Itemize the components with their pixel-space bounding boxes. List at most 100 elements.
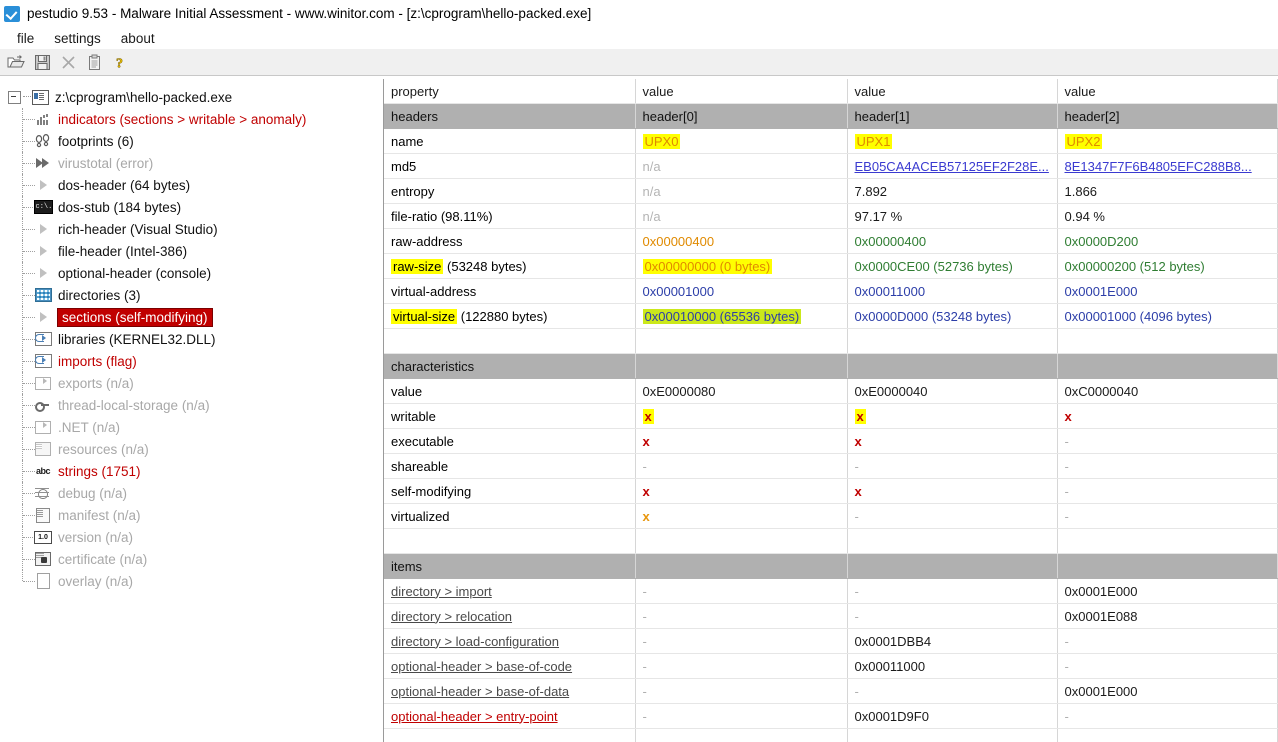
tree-sidebar[interactable]: z:\cprogram\hello-packed.exe indicators … xyxy=(0,79,384,742)
sidebar-item-dos-header[interactable]: dos-header (64 bytes) xyxy=(0,174,383,196)
menu-settings[interactable]: settings xyxy=(45,30,110,47)
row-value-0: n/a xyxy=(635,204,847,229)
sidebar-item-rich-header[interactable]: rich-header (Visual Studio) xyxy=(0,218,383,240)
sidebar-item-label: .NET (n/a) xyxy=(58,420,120,435)
row-value-0: 0x00001000 xyxy=(635,279,847,304)
md5-link[interactable]: EB05CA4ACEB57125EF2F28E... xyxy=(855,159,1049,174)
collapse-toggle-icon[interactable] xyxy=(8,91,21,104)
row-property: virtual-size (122880 bytes) xyxy=(384,304,635,329)
column-header-value-1[interactable]: value xyxy=(847,79,1057,104)
row-value-1: 97.17 % xyxy=(847,204,1057,229)
sections-table-panel[interactable]: property value value value headers heade… xyxy=(384,79,1278,742)
column-header-property[interactable]: property xyxy=(384,79,635,104)
sidebar-item-libraries[interactable]: libraries (KERNEL32.DLL) xyxy=(0,328,383,350)
sidebar-item-thread-local-storage[interactable]: thread-local-storage (n/a) xyxy=(0,394,383,416)
help-button[interactable]: ? xyxy=(108,51,132,73)
sidebar-item-label: sections (self-modifying) xyxy=(58,309,212,326)
row-value-1: 0x00000400 xyxy=(847,229,1057,254)
row-value-2: 0x00001000 (4096 bytes) xyxy=(1057,304,1277,329)
sidebar-item-exports[interactable]: exports (n/a) xyxy=(0,372,383,394)
row-value-1: 0x0001DBB4 xyxy=(847,629,1057,654)
triangle-right-icon[interactable] xyxy=(34,177,52,193)
sidebar-item-virustotal[interactable]: virustotal (error) xyxy=(0,152,383,174)
md5-link[interactable]: 8E1347F7F6B4805EFC288B8... xyxy=(1065,159,1252,174)
item-link[interactable]: directory > import xyxy=(391,584,492,599)
item-link[interactable]: optional-header > base-of-data xyxy=(391,684,569,699)
column-header-value-0[interactable]: value xyxy=(635,79,847,104)
triangle-right-icon[interactable] xyxy=(34,221,52,237)
row-flag-2: - xyxy=(1057,454,1277,479)
header-index-0: header[0] xyxy=(635,104,847,129)
menu-about[interactable]: about xyxy=(112,30,164,47)
row-property: raw-size (53248 bytes) xyxy=(384,254,635,279)
sidebar-item-version[interactable]: 1.0 version (n/a) xyxy=(0,526,383,548)
sidebar-item-strings[interactable]: abc strings (1751) xyxy=(0,460,383,482)
sidebar-item-overlay[interactable]: overlay (n/a) xyxy=(0,570,383,592)
triangle-right-icon[interactable] xyxy=(34,243,52,259)
row-value-0: - xyxy=(635,629,847,654)
item-link[interactable]: optional-header > base-of-code xyxy=(391,659,572,674)
spacer-cell xyxy=(1057,529,1277,554)
row-flag-0: x xyxy=(635,504,847,529)
sidebar-item-resources[interactable]: resources (n/a) xyxy=(0,438,383,460)
section-header-headers: headers header[0] header[1] header[2] xyxy=(384,104,1277,129)
table-row-raw-address: raw-address 0x00000400 0x00000400 0x0000… xyxy=(384,229,1277,254)
row-value-2: 0x0001E088 xyxy=(1057,604,1277,629)
sidebar-item-sections[interactable]: sections (self-modifying) xyxy=(0,306,383,328)
sidebar-item-optional-header[interactable]: optional-header (console) xyxy=(0,262,383,284)
row-flag-1: x xyxy=(847,479,1057,504)
save-button[interactable] xyxy=(30,51,54,73)
open-file-button[interactable] xyxy=(4,51,28,73)
version-icon-text: 1.0 xyxy=(34,531,52,544)
console-icon: c:\. xyxy=(34,199,52,215)
sidebar-item-manifest[interactable]: manifest (n/a) xyxy=(0,504,383,526)
header-index-2: header[2] xyxy=(1057,104,1277,129)
window-title: pestudio 9.53 - Malware Initial Assessme… xyxy=(27,6,591,21)
close-file-button[interactable] xyxy=(56,51,80,73)
sidebar-item-footprints[interactable]: footprints (6) xyxy=(0,130,383,152)
sidebar-item-directories[interactable]: directories (3) xyxy=(0,284,383,306)
triangle-right-icon[interactable] xyxy=(34,309,52,325)
sidebar-item-dos-stub[interactable]: c:\. dos-stub (184 bytes) xyxy=(0,196,383,218)
sidebar-item-debug[interactable]: debug (n/a) xyxy=(0,482,383,504)
row-property: file-ratio (98.11%) xyxy=(384,204,635,229)
row-value-0: n/a xyxy=(635,154,847,179)
section-header-characteristics: characteristics xyxy=(384,354,1277,379)
section-label: items xyxy=(384,554,635,579)
sidebar-item-label: indicators (sections > writable > anomal… xyxy=(58,112,306,127)
sidebar-item-imports[interactable]: imports (flag) xyxy=(0,350,383,372)
item-link[interactable]: directory > relocation xyxy=(391,609,512,624)
tree-root-node[interactable]: z:\cprogram\hello-packed.exe xyxy=(0,86,383,108)
spacer-cell xyxy=(847,529,1057,554)
menu-file[interactable]: file xyxy=(8,30,43,47)
row-value-0: n/a xyxy=(635,179,847,204)
row-value-1: - xyxy=(847,604,1057,629)
sidebar-item-label: imports (flag) xyxy=(58,354,137,369)
item-link[interactable]: optional-header > entry-point xyxy=(391,709,558,724)
row-value-0: - xyxy=(635,704,847,729)
sidebar-item-label: directories (3) xyxy=(58,288,141,303)
sidebar-item-certificate[interactable]: certificate (n/a) xyxy=(0,548,383,570)
triangle-right-icon[interactable] xyxy=(34,265,52,281)
sidebar-item-label: virustotal (error) xyxy=(58,156,153,171)
row-value-1: 0x0000CE00 (52736 bytes) xyxy=(847,254,1057,279)
version-icon: 1.0 xyxy=(34,529,52,545)
sidebar-item-label: debug (n/a) xyxy=(58,486,127,501)
spacer-cell xyxy=(384,529,635,554)
sidebar-item-label: thread-local-storage (n/a) xyxy=(58,398,210,413)
table-spacer-row xyxy=(384,329,1277,354)
toolbar: ? xyxy=(0,49,1278,76)
row-value-2: 0.94 % xyxy=(1057,204,1277,229)
sidebar-item-file-header[interactable]: file-header (Intel-386) xyxy=(0,240,383,262)
clipboard-button[interactable] xyxy=(82,51,106,73)
sidebar-item-dotnet[interactable]: .NET (n/a) xyxy=(0,416,383,438)
abc-icon: abc xyxy=(34,463,52,479)
column-header-value-2[interactable]: value xyxy=(1057,79,1277,104)
item-link[interactable]: directory > load-configuration xyxy=(391,634,559,649)
table-row-writable: writable x x x xyxy=(384,404,1277,429)
menu-bar: file settings about xyxy=(0,27,1278,49)
row-property: md5 xyxy=(384,154,635,179)
sidebar-item-indicators[interactable]: indicators (sections > writable > anomal… xyxy=(0,108,383,130)
table-row-base-of-data: optional-header > base-of-data - - 0x000… xyxy=(384,679,1277,704)
row-flag-2: - xyxy=(1057,504,1277,529)
